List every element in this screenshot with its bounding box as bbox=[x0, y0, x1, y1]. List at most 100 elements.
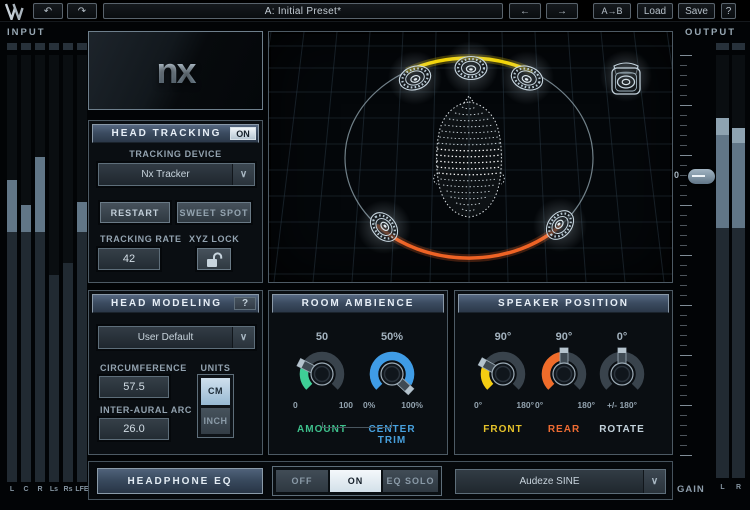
meter-channel-label: R bbox=[728, 484, 749, 491]
redo-icon: ↷ bbox=[78, 6, 86, 17]
speaker-rear-left-icon bbox=[346, 189, 422, 265]
interaural-arc-label: INTER-AURAL ARC bbox=[100, 405, 192, 415]
speaker-room-visualization bbox=[269, 32, 672, 282]
speaker-rear-right-icon bbox=[522, 187, 598, 263]
meter-track bbox=[49, 55, 59, 482]
eq-state-toggle: OFF ON EQ SOLO bbox=[272, 466, 442, 496]
clip-indicator bbox=[7, 43, 17, 50]
headphone-eq-panel: HEADPHONE EQ OFF ON EQ SOLO Audeze SINE … bbox=[88, 461, 673, 500]
units-inch-button[interactable]: INCH bbox=[201, 408, 230, 435]
center-trim-knob-group: 50% 0% 100% CENTER TRIM bbox=[355, 331, 429, 446]
front-knob[interactable] bbox=[474, 345, 532, 403]
ab-compare-button[interactable]: A→B bbox=[593, 3, 631, 19]
eq-solo-button[interactable]: EQ SOLO bbox=[383, 470, 438, 492]
head-tracking-panel: HEAD TRACKING ON TRACKING DEVICE Nx Trac… bbox=[88, 120, 263, 283]
interaural-arc-value[interactable]: 26.0 bbox=[99, 418, 169, 440]
nx-logo: nx bbox=[89, 32, 262, 109]
arrow-right-icon: → bbox=[557, 6, 567, 17]
sweet-spot-button[interactable]: SWEET SPOT bbox=[177, 202, 251, 223]
clip-indicator bbox=[21, 43, 31, 50]
circumference-label: CIRCUMFERENCE bbox=[100, 363, 187, 373]
amount-knob[interactable] bbox=[293, 345, 351, 403]
nx-logo-panel: nx bbox=[88, 31, 263, 110]
help-button[interactable]: ? bbox=[721, 3, 736, 19]
tracking-device-label: TRACKING DEVICE bbox=[89, 149, 262, 159]
speaker-position-panel: SPEAKER POSITION 90° 0° 180° FRONT 90° 0… bbox=[454, 290, 673, 455]
head-modeling-panel: HEAD MODELING ? User Default ∨ CIRCUMFER… bbox=[88, 290, 263, 455]
visualization-panel bbox=[268, 31, 673, 283]
units-label: UNITS bbox=[197, 363, 234, 373]
head-model-value: User Default bbox=[99, 327, 232, 348]
speaker-position-title: SPEAKER POSITION bbox=[459, 295, 668, 312]
waves-nx-plugin-window: ↶ ↷ A: Initial Preset* ← → A→B Load Save… bbox=[0, 0, 750, 510]
undo-icon: ↶ bbox=[44, 6, 52, 17]
toolbar: ↶ ↷ A: Initial Preset* ← → A→B Load Save… bbox=[0, 0, 750, 22]
rotate-value: 0° bbox=[585, 331, 659, 345]
next-preset-button[interactable]: → bbox=[546, 3, 578, 19]
chevron-down-icon: ∨ bbox=[232, 164, 254, 185]
speaker-center-icon bbox=[444, 41, 498, 95]
undo-button[interactable]: ↶ bbox=[33, 3, 63, 19]
room-ambience-title: ROOM AMBIENCE bbox=[273, 295, 443, 312]
gain-fader-scale bbox=[680, 55, 694, 462]
restart-button[interactable]: RESTART bbox=[100, 202, 170, 223]
eq-on-button[interactable]: ON bbox=[330, 470, 381, 492]
arrow-left-icon: ← bbox=[520, 6, 530, 17]
input-label: INPUT bbox=[7, 27, 46, 38]
unlock-icon bbox=[203, 251, 225, 268]
rotate-knob-group: 0° +/- 180° ROTATE bbox=[585, 331, 659, 435]
clip-indicator bbox=[35, 43, 45, 50]
room-ambience-panel: ROOM AMBIENCE 50 0 100 AMOUNT 50% 0% 100… bbox=[268, 290, 448, 455]
center-trim-knob[interactable] bbox=[363, 345, 421, 403]
head-tracking-header: HEAD TRACKING ON bbox=[92, 124, 259, 143]
eq-off-button[interactable]: OFF bbox=[276, 470, 328, 492]
clip-indicator bbox=[77, 43, 87, 50]
rotate-knob[interactable] bbox=[593, 345, 651, 403]
amount-value: 50 bbox=[285, 331, 359, 345]
input-meter-section: INPUT LCRLsRsLFE bbox=[0, 22, 92, 510]
xyz-lock-label: XYZ LOCK bbox=[189, 234, 239, 244]
meter-track bbox=[63, 55, 73, 482]
knob-link-bracket bbox=[322, 422, 392, 428]
chevron-down-icon: ∨ bbox=[643, 470, 665, 493]
tracking-rate-label: TRACKING RATE bbox=[100, 234, 182, 244]
load-button[interactable]: Load bbox=[637, 3, 673, 19]
clip-indicator bbox=[49, 43, 59, 50]
meter-track bbox=[7, 55, 17, 482]
xyz-lock-button[interactable] bbox=[197, 248, 231, 270]
units-toggle: CM INCH bbox=[197, 374, 234, 438]
preset-field[interactable]: A: Initial Preset* bbox=[103, 3, 503, 19]
head-modeling-header: HEAD MODELING ? bbox=[92, 294, 259, 313]
save-button[interactable]: Save bbox=[678, 3, 715, 19]
headphone-model-value: Audeze SINE bbox=[456, 470, 643, 493]
tracking-device-value: Nx Tracker bbox=[99, 164, 232, 185]
meter-track bbox=[35, 55, 45, 482]
gain-label: GAIN bbox=[677, 484, 705, 495]
headphone-model-dropdown[interactable]: Audeze SINE ∨ bbox=[455, 469, 666, 494]
units-cm-button[interactable]: CM bbox=[201, 378, 230, 405]
speaker-front-left-icon bbox=[381, 44, 449, 112]
gain-fader-thumb[interactable] bbox=[688, 169, 715, 184]
clip-indicator bbox=[732, 43, 745, 50]
tracking-device-dropdown[interactable]: Nx Tracker ∨ bbox=[98, 163, 255, 186]
head-modeling-help-button[interactable]: ? bbox=[234, 297, 256, 310]
rotate-label: ROTATE bbox=[585, 424, 659, 435]
clip-indicator bbox=[716, 43, 729, 50]
room-ambience-header: ROOM AMBIENCE bbox=[272, 294, 444, 313]
subwoofer-icon bbox=[600, 50, 652, 102]
headphone-eq-button[interactable]: HEADPHONE EQ bbox=[97, 468, 263, 494]
meter-track bbox=[716, 55, 729, 478]
meter-track bbox=[77, 55, 87, 482]
meter-track bbox=[732, 55, 745, 478]
head-tracking-on-button[interactable]: ON bbox=[230, 127, 256, 140]
head-model-dropdown[interactable]: User Default ∨ bbox=[98, 326, 255, 349]
center-trim-value: 50% bbox=[355, 331, 429, 345]
clip-indicator bbox=[63, 43, 73, 50]
amount-knob-group: 50 0 100 AMOUNT bbox=[285, 331, 359, 435]
prev-preset-button[interactable]: ← bbox=[509, 3, 541, 19]
listener-head-icon bbox=[434, 96, 505, 217]
waves-logo-icon bbox=[4, 3, 29, 20]
circumference-value[interactable]: 57.5 bbox=[99, 376, 169, 398]
tracking-rate-value[interactable]: 42 bbox=[98, 248, 160, 270]
redo-button[interactable]: ↷ bbox=[67, 3, 97, 19]
